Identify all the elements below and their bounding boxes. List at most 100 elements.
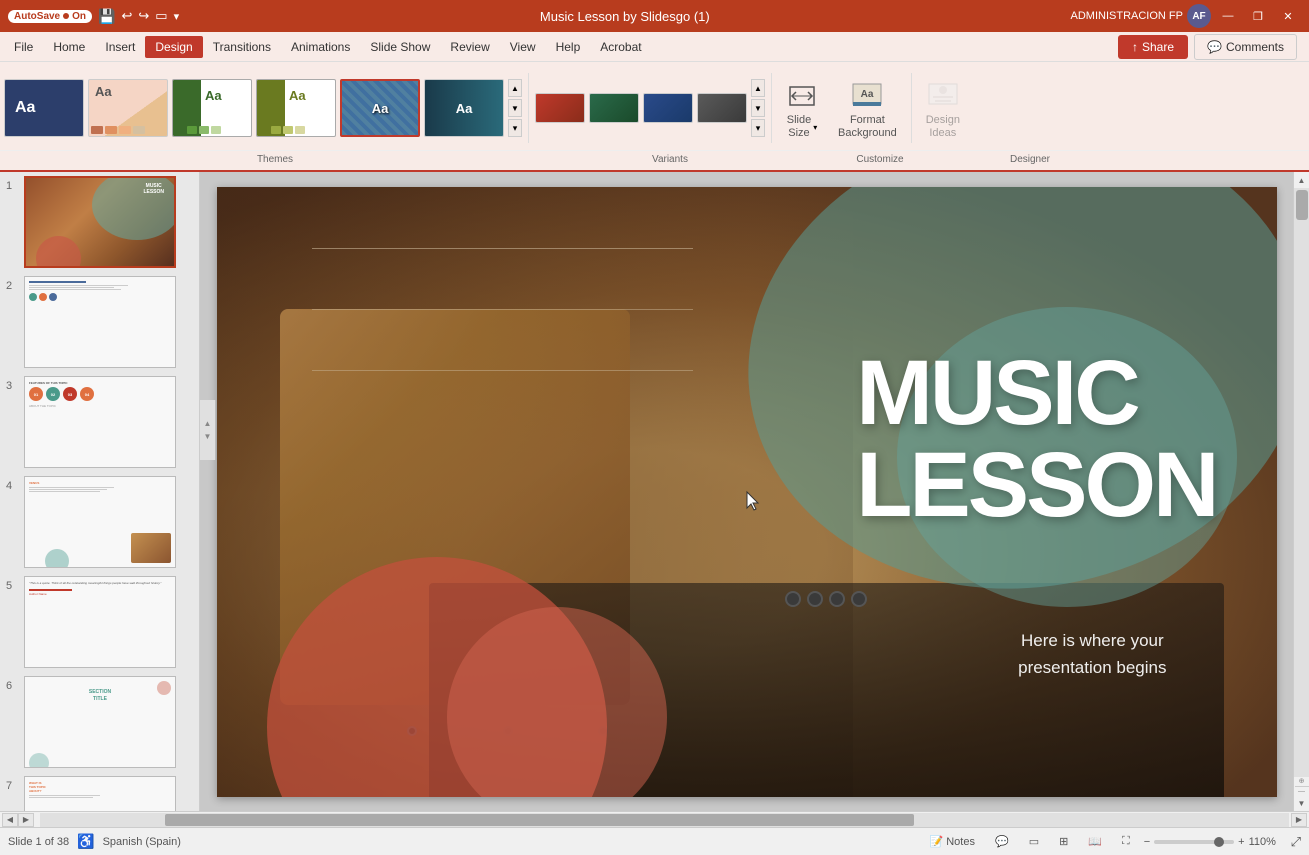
ribbon-row: Aa Aa Aa <box>0 62 1309 150</box>
comments-view-button[interactable]: 💬 <box>989 833 1015 850</box>
variant-scroll-up[interactable]: ▲ <box>751 79 765 97</box>
right-scroll-down[interactable]: ▼ <box>1294 795 1309 811</box>
reading-view-button[interactable]: 📖 <box>1082 833 1108 850</box>
format-bg-icon: Aa <box>851 80 883 112</box>
slide-thumb-3[interactable]: FEATURES OF THIS TOPIC 01 02 03 04 ABOUT… <box>24 376 176 468</box>
notes-button[interactable]: 📝 Notes <box>924 833 981 850</box>
zoom-slider[interactable] <box>1154 840 1234 844</box>
zoom-slider-thumb <box>1214 837 1224 847</box>
comments-button[interactable]: 💬 Comments <box>1194 34 1297 60</box>
normal-view-button[interactable]: ▭ <box>1023 833 1045 850</box>
slide-thumb-1[interactable]: MUSICLESSON <box>24 176 176 268</box>
slide-next-arrow[interactable]: ▶ <box>18 813 34 827</box>
menu-home[interactable]: Home <box>43 36 95 58</box>
right-scroll-track[interactable] <box>1294 188 1309 777</box>
menu-acrobat[interactable]: Acrobat <box>590 36 651 58</box>
theme-green[interactable]: Aa <box>172 79 252 137</box>
theme-scroll-down[interactable]: ▼ <box>508 99 522 117</box>
theme-scroll-up[interactable]: ▲ <box>508 79 522 97</box>
slide-panel: 1 MUSICLESSON 2 <box>0 172 200 811</box>
statusbar-left: Slide 1 of 38 ♿ Spanish (Spain) <box>8 833 181 850</box>
comments-icon: 💬 <box>1207 40 1222 54</box>
window-title: Music Lesson by Slidesgo (1) <box>540 9 710 24</box>
design-ideas-label: DesignIdeas <box>926 114 960 140</box>
designer-section: DesignIdeas <box>918 72 968 144</box>
autosave-toggle[interactable]: AutoSave On <box>8 10 92 23</box>
slide-thumb-2[interactable] <box>24 276 176 368</box>
variant-expand[interactable]: ▾ <box>751 119 765 137</box>
slide-item-5[interactable]: 5 "This is a quote. Think of all the out… <box>0 572 199 672</box>
zoom-control: − + 110% <box>1144 836 1283 848</box>
zoom-level[interactable]: 110% <box>1249 836 1283 848</box>
undo-icon[interactable]: ↩ <box>121 8 132 24</box>
slide-number-6: 6 <box>6 676 20 692</box>
variants-row: ▲ ▼ ▾ <box>535 79 765 137</box>
slide-main-title: MUSIC LESSON <box>856 347 1216 531</box>
theme-dark-teal[interactable]: Aa <box>424 79 504 137</box>
h-scroll-track[interactable] <box>40 813 1289 827</box>
theme-olive[interactable]: Aa <box>256 79 336 137</box>
theme-pattern[interactable]: Aa <box>340 79 420 137</box>
restore-button[interactable]: ❐ <box>1245 6 1271 26</box>
fit-slide-icon[interactable]: ⤢ <box>1291 834 1301 850</box>
slide-item-7[interactable]: 7 WHAT ISTHIS TOPICABOUT? <box>0 772 199 811</box>
slide-prev-arrow[interactable]: ◀ <box>2 813 18 827</box>
slide-thumb-6[interactable]: SECTIONTITLE <box>24 676 176 768</box>
menu-transitions[interactable]: Transitions <box>203 36 281 58</box>
design-ideas-button[interactable]: DesignIdeas <box>918 76 968 144</box>
slide-number-7: 7 <box>6 776 20 792</box>
slide-panel-scroll-up[interactable]: ▲ <box>204 419 212 428</box>
menu-view[interactable]: View <box>500 36 546 58</box>
save-icon[interactable]: 💾 <box>98 8 115 25</box>
right-scroll-up[interactable]: ▲ <box>1294 172 1309 188</box>
main-slide-canvas[interactable]: MUSIC LESSON Here is where your presenta… <box>217 187 1277 797</box>
menu-slideshow[interactable]: Slide Show <box>360 36 440 58</box>
variant-4[interactable] <box>697 93 747 123</box>
slide-sorter-button[interactable]: ⊞ <box>1053 833 1074 850</box>
ribbon-divider-2 <box>771 73 772 143</box>
menu-help[interactable]: Help <box>546 36 591 58</box>
slide-thumb-7[interactable]: WHAT ISTHIS TOPICABOUT? <box>24 776 176 811</box>
language[interactable]: Spanish (Spain) <box>103 836 181 848</box>
redo-icon[interactable]: ↪ <box>138 8 149 24</box>
customize-qat-icon[interactable]: ▾ <box>174 10 180 23</box>
slide-panel-scroll-down[interactable]: ▼ <box>204 432 212 441</box>
minimize-button[interactable]: — <box>1215 6 1241 26</box>
variant-scroll-down[interactable]: ▼ <box>751 99 765 117</box>
close-button[interactable]: ✕ <box>1275 6 1301 26</box>
titlebar-left: AutoSave On 💾 ↩ ↪ ▭ ▾ <box>8 8 179 25</box>
theme-peach[interactable]: Aa <box>88 79 168 137</box>
theme-expand[interactable]: ▾ <box>508 119 522 137</box>
present-icon[interactable]: ▭ <box>155 8 167 24</box>
menu-file[interactable]: File <box>4 36 43 58</box>
menu-review[interactable]: Review <box>440 36 499 58</box>
variant-1[interactable] <box>535 93 585 123</box>
slide-item-1[interactable]: 1 MUSICLESSON <box>0 172 199 272</box>
slide-item-3[interactable]: 3 FEATURES OF THIS TOPIC 01 02 03 04 ABO… <box>0 372 199 472</box>
share-button[interactable]: ↑ Share <box>1118 35 1188 59</box>
window-controls: — ❐ ✕ <box>1215 6 1301 26</box>
variant-3[interactable] <box>643 93 693 123</box>
slide-item-6[interactable]: 6 SECTIONTITLE <box>0 672 199 772</box>
autosave-state: On <box>72 11 86 22</box>
presenter-view-button[interactable]: ⛶ <box>1116 833 1136 850</box>
h-scroll-right[interactable]: ▶ <box>1291 813 1307 827</box>
menu-design[interactable]: Design <box>145 36 202 58</box>
slide-item-4[interactable]: 4 VENUS <box>0 472 199 572</box>
menu-animations[interactable]: Animations <box>281 36 360 58</box>
slide-thumb-5[interactable]: "This is a quote. Think of all the outst… <box>24 576 176 668</box>
zoom-out-icon[interactable]: − <box>1144 836 1150 848</box>
menu-insert[interactable]: Insert <box>95 36 145 58</box>
slide-item-2[interactable]: 2 <box>0 272 199 372</box>
variant-2[interactable] <box>589 93 639 123</box>
format-background-button[interactable]: Aa FormatBackground <box>830 76 905 144</box>
accessibility-icon[interactable]: ♿ <box>77 833 94 850</box>
canvas-area: MUSIC LESSON Here is where your presenta… <box>200 172 1293 811</box>
zoom-in-icon[interactable]: + <box>1238 836 1244 848</box>
slide-thumb-4[interactable]: VENUS <box>24 476 176 568</box>
user-avatar[interactable]: AF <box>1187 4 1211 28</box>
h-scroll-thumb <box>165 814 914 826</box>
theme-dark-blue[interactable]: Aa <box>4 79 84 137</box>
slide-size-button[interactable]: SlideSize ▾ <box>778 76 826 144</box>
slide-number-3: 3 <box>6 376 20 392</box>
